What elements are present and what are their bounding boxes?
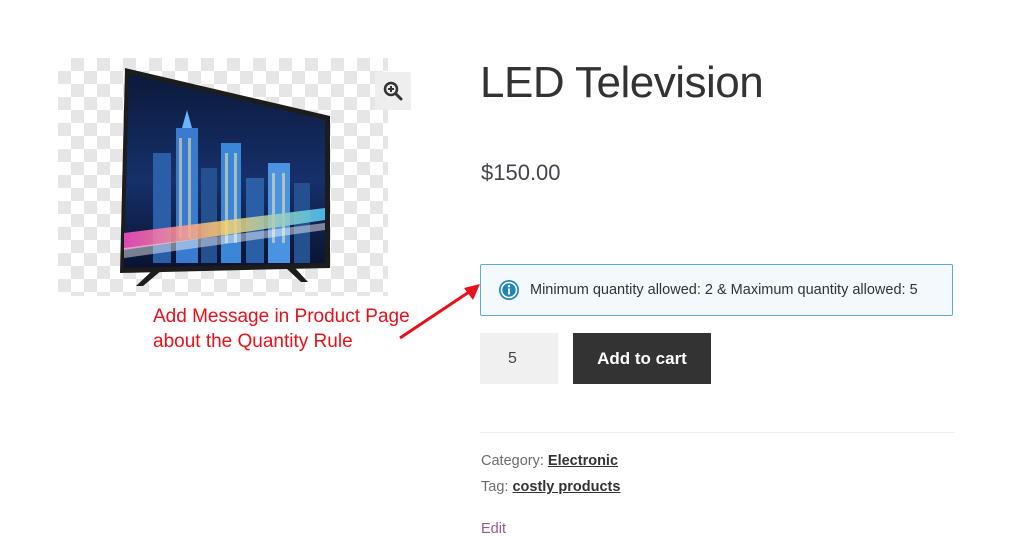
tag-label: Tag: (481, 479, 509, 495)
product-title: LED Television (480, 58, 764, 107)
category-label: Category: (481, 453, 544, 469)
quantity-notice: Minimum quantity allowed: 2 & Maximum qu… (480, 264, 953, 316)
zoom-in-icon (383, 81, 403, 101)
annotation-arrow (399, 284, 480, 340)
product-tag: Tag: costly products (481, 479, 620, 495)
quantity-input[interactable] (480, 333, 558, 384)
zoom-button[interactable] (375, 72, 411, 110)
add-to-cart-button[interactable]: Add to cart (573, 333, 711, 384)
notice-message: Minimum quantity allowed: 2 & Maximum qu… (530, 282, 918, 298)
product-image[interactable] (58, 58, 388, 296)
edit-link[interactable]: Edit (481, 521, 506, 537)
divider (480, 432, 955, 433)
tag-link[interactable]: costly products (512, 479, 620, 495)
info-icon (499, 280, 519, 300)
product-price: $150.00 (481, 160, 561, 185)
tv-image (120, 68, 330, 286)
category-link[interactable]: Electronic (548, 453, 618, 469)
product-category: Category: Electronic (481, 453, 618, 469)
